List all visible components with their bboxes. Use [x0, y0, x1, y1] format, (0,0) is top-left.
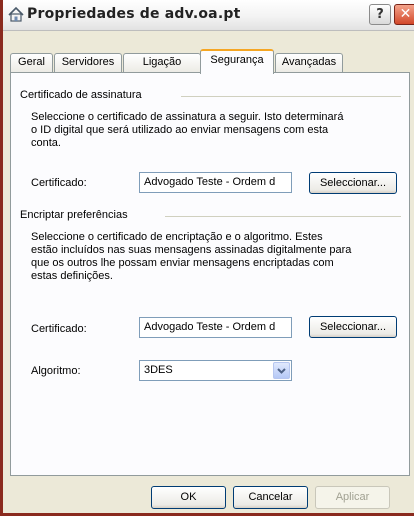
account-properties-icon — [8, 6, 24, 22]
algorithm-select[interactable]: 3DES — [139, 360, 292, 381]
apply-button[interactable]: Aplicar — [315, 486, 390, 509]
tab-servidores[interactable]: Servidores — [54, 53, 122, 72]
encryption-description: Seleccione o certificado de encriptação … — [31, 231, 352, 282]
encryption-group-divider — [165, 216, 401, 217]
encryption-select-button[interactable]: Seleccionar... — [309, 316, 397, 338]
chevron-down-icon — [277, 368, 286, 374]
algorithm-label: Algoritmo: — [31, 365, 81, 377]
help-button[interactable]: ? — [369, 4, 391, 25]
tab-seguranca[interactable]: Segurança — [200, 49, 274, 74]
security-tab-panel: Certificado de assinatura Seleccione o c… — [10, 72, 410, 476]
encryption-certificate-field[interactable]: Advogado Teste - Ordem d — [139, 317, 292, 338]
signing-certificate-label: Certificado: — [31, 177, 87, 189]
window-title: Propriedades de adv.oa.pt — [27, 6, 241, 22]
cancel-button[interactable]: Cancelar — [233, 486, 308, 509]
title-bar[interactable]: Propriedades de adv.oa.pt ? ✕ — [3, 0, 414, 31]
signing-group-label: Certificado de assinatura — [20, 89, 146, 101]
properties-dialog: Propriedades de adv.oa.pt ? ✕ Geral Serv… — [0, 0, 414, 516]
close-button[interactable]: ✕ — [394, 4, 414, 25]
ok-button[interactable]: OK — [151, 486, 226, 509]
encryption-certificate-label: Certificado: — [31, 323, 87, 335]
signing-group-divider — [181, 96, 401, 97]
signing-description: Seleccione o certificado de assinatura a… — [31, 111, 344, 149]
signing-certificate-field[interactable]: Advogado Teste - Ordem d — [139, 172, 292, 193]
algorithm-value: 3DES — [144, 364, 173, 376]
tab-geral[interactable]: Geral — [10, 53, 53, 72]
signing-select-button[interactable]: Seleccionar... — [309, 172, 397, 194]
encryption-group-label: Encriptar preferências — [20, 209, 132, 221]
dropdown-arrow-icon[interactable] — [273, 362, 290, 379]
tab-ligacao[interactable]: Ligação — [123, 53, 201, 72]
tab-avancadas[interactable]: Avançadas — [275, 53, 343, 72]
